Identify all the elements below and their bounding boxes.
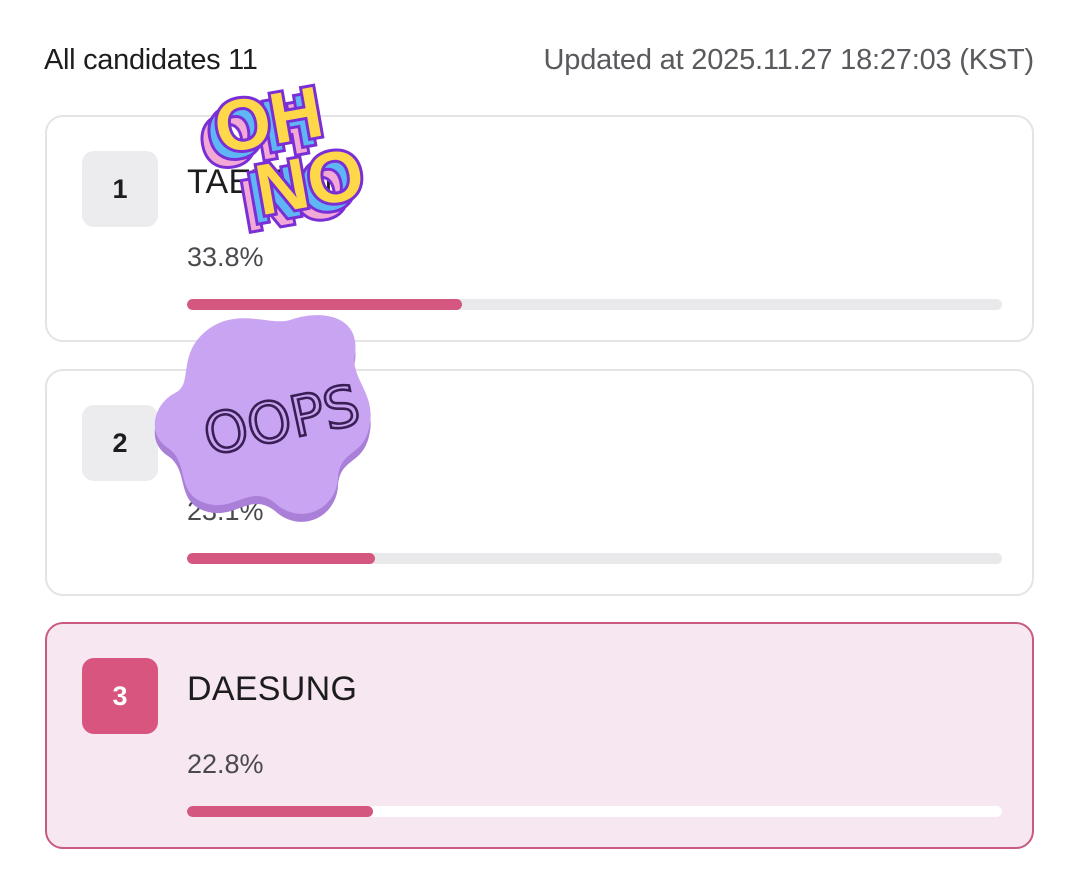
results-header: All candidates 11 Updated at 2025.11.27 …: [44, 38, 1034, 82]
vote-percentage: 33.8%: [187, 242, 264, 272]
candidate-card-1[interactable]: 1 TAEYEON 33.8%: [45, 115, 1034, 342]
vote-progress-bar: [187, 299, 1002, 310]
rank-badge: 3: [82, 658, 158, 734]
all-candidates-count: All candidates 11: [44, 43, 258, 76]
rank-badge: 1: [82, 151, 158, 227]
vote-progress-bar: [187, 806, 1002, 817]
candidate-name: DAESUNG: [187, 670, 358, 708]
candidate-card-3[interactable]: 3 DAESUNG 22.8%: [45, 622, 1034, 849]
vote-progress-fill: [187, 806, 373, 817]
rank-badge: 2: [82, 405, 158, 481]
vote-progress-bar: [187, 553, 1002, 564]
vote-percentage: 22.8%: [187, 749, 264, 779]
vote-progress-fill: [187, 553, 376, 564]
candidate-name: TAEYEON: [187, 163, 350, 201]
updated-timestamp: Updated at 2025.11.27 18:27:03 (KST): [543, 43, 1035, 76]
vote-results-page: All candidates 11 Updated at 2025.11.27 …: [0, 0, 1080, 872]
vote-percentage: 23.1%: [187, 496, 264, 526]
candidate-card-2[interactable]: 2 23.1%: [45, 369, 1034, 596]
vote-progress-fill: [187, 299, 463, 310]
